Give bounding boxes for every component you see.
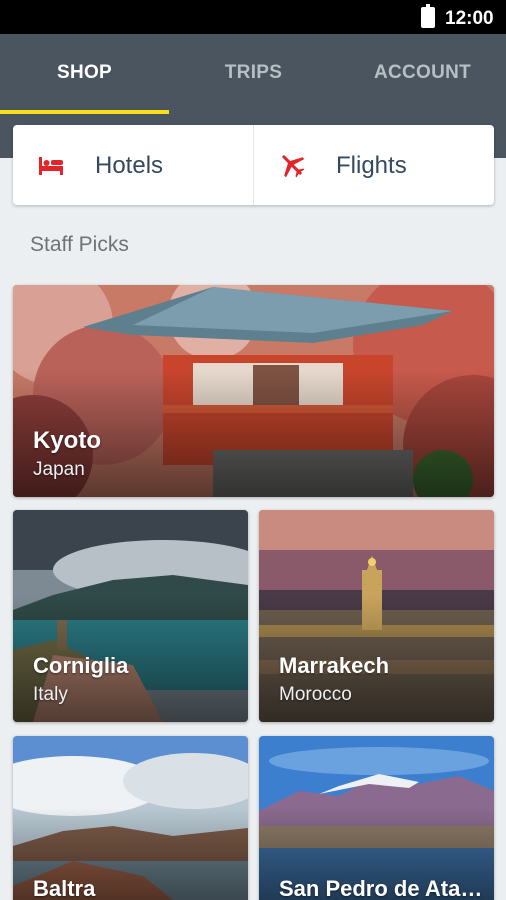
- active-tab-indicator: [0, 110, 169, 114]
- destination-city: Corniglia: [33, 653, 129, 678]
- destination-country: Japan: [33, 459, 85, 480]
- status-time: 12:00: [445, 8, 494, 29]
- tab-trips[interactable]: TRIPS: [169, 62, 338, 84]
- tab-shop[interactable]: SHOP: [0, 62, 169, 84]
- tab-account[interactable]: ACCOUNT: [338, 62, 506, 84]
- flights-label: Flights: [336, 152, 407, 179]
- destination-city: Baltra: [33, 876, 96, 900]
- destination-city: Kyoto: [33, 427, 101, 454]
- staff-picks-heading: Staff Picks: [30, 233, 129, 256]
- destination-card-kyoto[interactable]: Kyoto Japan: [13, 285, 494, 497]
- service-selector-card: Hotels Flights: [13, 125, 494, 205]
- hotels-label: Hotels: [95, 152, 164, 179]
- status-bar: 12:00: [0, 0, 506, 34]
- destination-city: San Pedro de Ata…: [279, 876, 483, 900]
- battery-full-icon: [421, 4, 435, 28]
- destination-card-marrakech[interactable]: Marrakech Morocco: [259, 510, 494, 722]
- hotels-button[interactable]: Hotels: [13, 125, 253, 205]
- airplane-icon: [282, 155, 305, 178]
- destination-city: Marrakech: [279, 653, 390, 678]
- destination-country: Morocco: [279, 684, 352, 705]
- destination-card-baltra[interactable]: Baltra: [13, 736, 248, 900]
- destination-card-san-pedro-de-atacama[interactable]: San Pedro de Ata…: [259, 736, 494, 900]
- bed-icon: [39, 157, 63, 175]
- flights-button[interactable]: Flights: [254, 125, 494, 205]
- destination-card-corniglia[interactable]: Corniglia Italy: [13, 510, 248, 722]
- destination-country: Italy: [33, 684, 68, 705]
